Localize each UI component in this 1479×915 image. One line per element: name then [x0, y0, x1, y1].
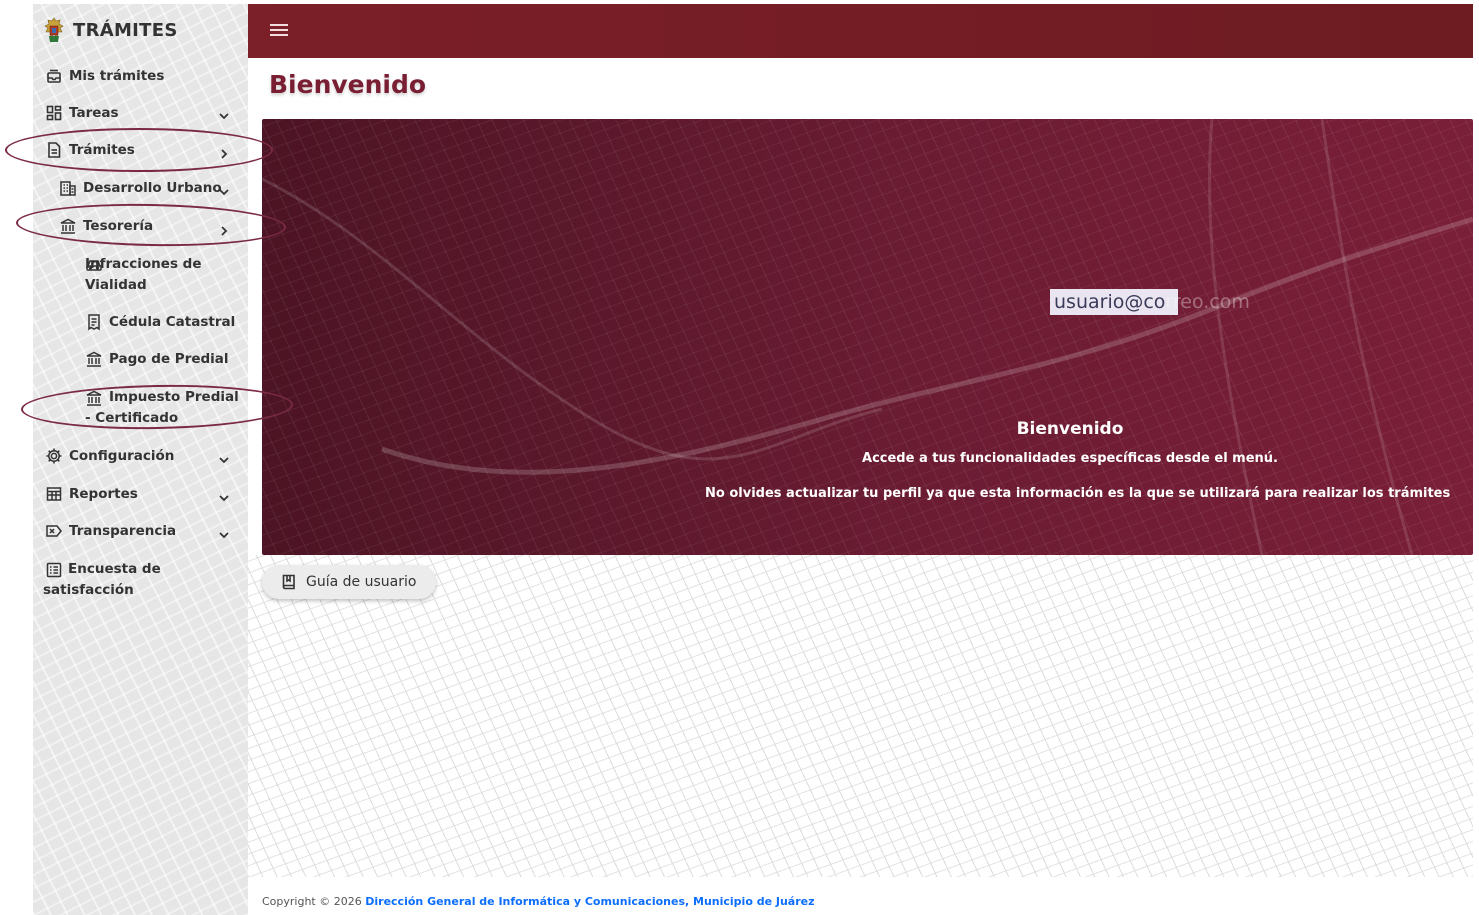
sidebar-item-mis-tramites[interactable]: Mis trámites: [45, 66, 164, 87]
chevron-down-icon[interactable]: [217, 528, 231, 542]
user-guide-button[interactable]: Guía de usuario: [262, 565, 436, 599]
sidebar: TRÁMITES Mis trámites Tareas Trámites De…: [33, 4, 248, 915]
user-email-visible: usuario@co: [1054, 291, 1166, 313]
sidebar-item-label: Encuesta de satisfacción: [43, 561, 161, 598]
user-email-faded: rreo.com: [1165, 291, 1250, 313]
page-title: Bienvenido: [269, 70, 427, 99]
sidebar-item-label: Configuración: [69, 448, 175, 464]
sidebar-item-infracciones[interactable]: Infracciones de Vialidad: [85, 254, 235, 296]
chevron-down-icon[interactable]: [217, 453, 231, 467]
bank-icon: [85, 350, 103, 368]
sidebar-item-tramites[interactable]: Trámites: [45, 140, 135, 161]
dashboard-icon: [45, 104, 63, 122]
hero-profile-notice: No olvides actualizar tu perfil ya que e…: [705, 486, 1451, 501]
sidebar-item-configuracion[interactable]: Configuración: [45, 446, 174, 467]
receipt-icon: [85, 313, 103, 331]
document-icon: [45, 141, 63, 159]
chevron-down-icon[interactable]: [217, 185, 231, 199]
sidebar-item-reportes[interactable]: Reportes: [45, 484, 138, 505]
map-background: [248, 555, 1473, 877]
bank-icon: [59, 217, 77, 235]
sidebar-item-tesoreria[interactable]: Tesorería: [59, 216, 153, 237]
footer: Copyright © 2026 Dirección General de In…: [262, 895, 815, 908]
table-icon: [45, 485, 63, 503]
user-email: usuario@correo.com: [1050, 289, 1254, 315]
hamburger-icon[interactable]: [270, 21, 288, 41]
car-icon: [85, 256, 103, 274]
user-guide-label: Guía de usuario: [306, 574, 417, 590]
top-bar: [248, 4, 1473, 58]
municipal-seal-icon: [43, 17, 65, 43]
sidebar-item-label: Desarrollo Urbano: [83, 180, 222, 196]
gear-icon: [45, 447, 63, 465]
sidebar-item-label: Reportes: [69, 486, 138, 502]
sidebar-item-label: Tareas: [69, 105, 119, 121]
sidebar-item-pago-predial[interactable]: Pago de Predial: [85, 349, 229, 370]
brand-title: TRÁMITES: [73, 19, 178, 41]
welcome-hero: usuario@correo.com Bienvenido Accede a t…: [262, 119, 1473, 555]
chevron-down-icon[interactable]: [217, 109, 231, 123]
chevron-down-icon[interactable]: [217, 491, 231, 505]
transparency-icon: [45, 522, 63, 540]
sidebar-item-transparencia[interactable]: Transparencia: [45, 521, 176, 542]
sidebar-item-label: Trámites: [69, 142, 135, 158]
app-window: TRÁMITES Mis trámites Tareas Trámites De…: [0, 0, 1479, 915]
hero-subtitle: Accede a tus funcionalidades específicas…: [862, 451, 1278, 466]
footer-link[interactable]: Dirección General de Informática y Comun…: [365, 895, 814, 908]
sidebar-item-impuesto-predial[interactable]: Impuesto Predial - Certificado: [85, 387, 247, 429]
sidebar-item-label: Infracciones de Vialidad: [85, 256, 202, 293]
survey-icon: [45, 561, 63, 579]
sidebar-item-cedula-catastral[interactable]: Cédula Catastral: [85, 312, 235, 333]
chevron-right-icon[interactable]: [217, 147, 231, 161]
brand[interactable]: TRÁMITES: [43, 16, 178, 44]
sidebar-item-desarrollo-urbano[interactable]: Desarrollo Urbano: [59, 178, 222, 199]
sidebar-item-label: Cédula Catastral: [109, 314, 236, 330]
bank-icon: [85, 389, 103, 407]
sidebar-item-label: Impuesto Predial - Certificado: [85, 389, 239, 426]
book-icon: [280, 573, 298, 591]
sidebar-item-encuesta[interactable]: Encuesta de satisfacción: [43, 559, 183, 601]
sidebar-item-label: Tesorería: [83, 218, 154, 234]
copyright-text: Copyright © 2026: [262, 895, 362, 908]
chevron-right-icon[interactable]: [217, 224, 231, 238]
sidebar-item-label: Transparencia: [69, 523, 177, 539]
sidebar-item-label: Mis trámites: [69, 68, 165, 84]
hero-heading: Bienvenido: [1016, 419, 1124, 439]
sidebar-item-label: Pago de Predial: [109, 351, 229, 367]
building-icon: [59, 179, 77, 197]
sidebar-item-tareas[interactable]: Tareas: [45, 103, 119, 124]
inbox-icon: [45, 67, 63, 85]
